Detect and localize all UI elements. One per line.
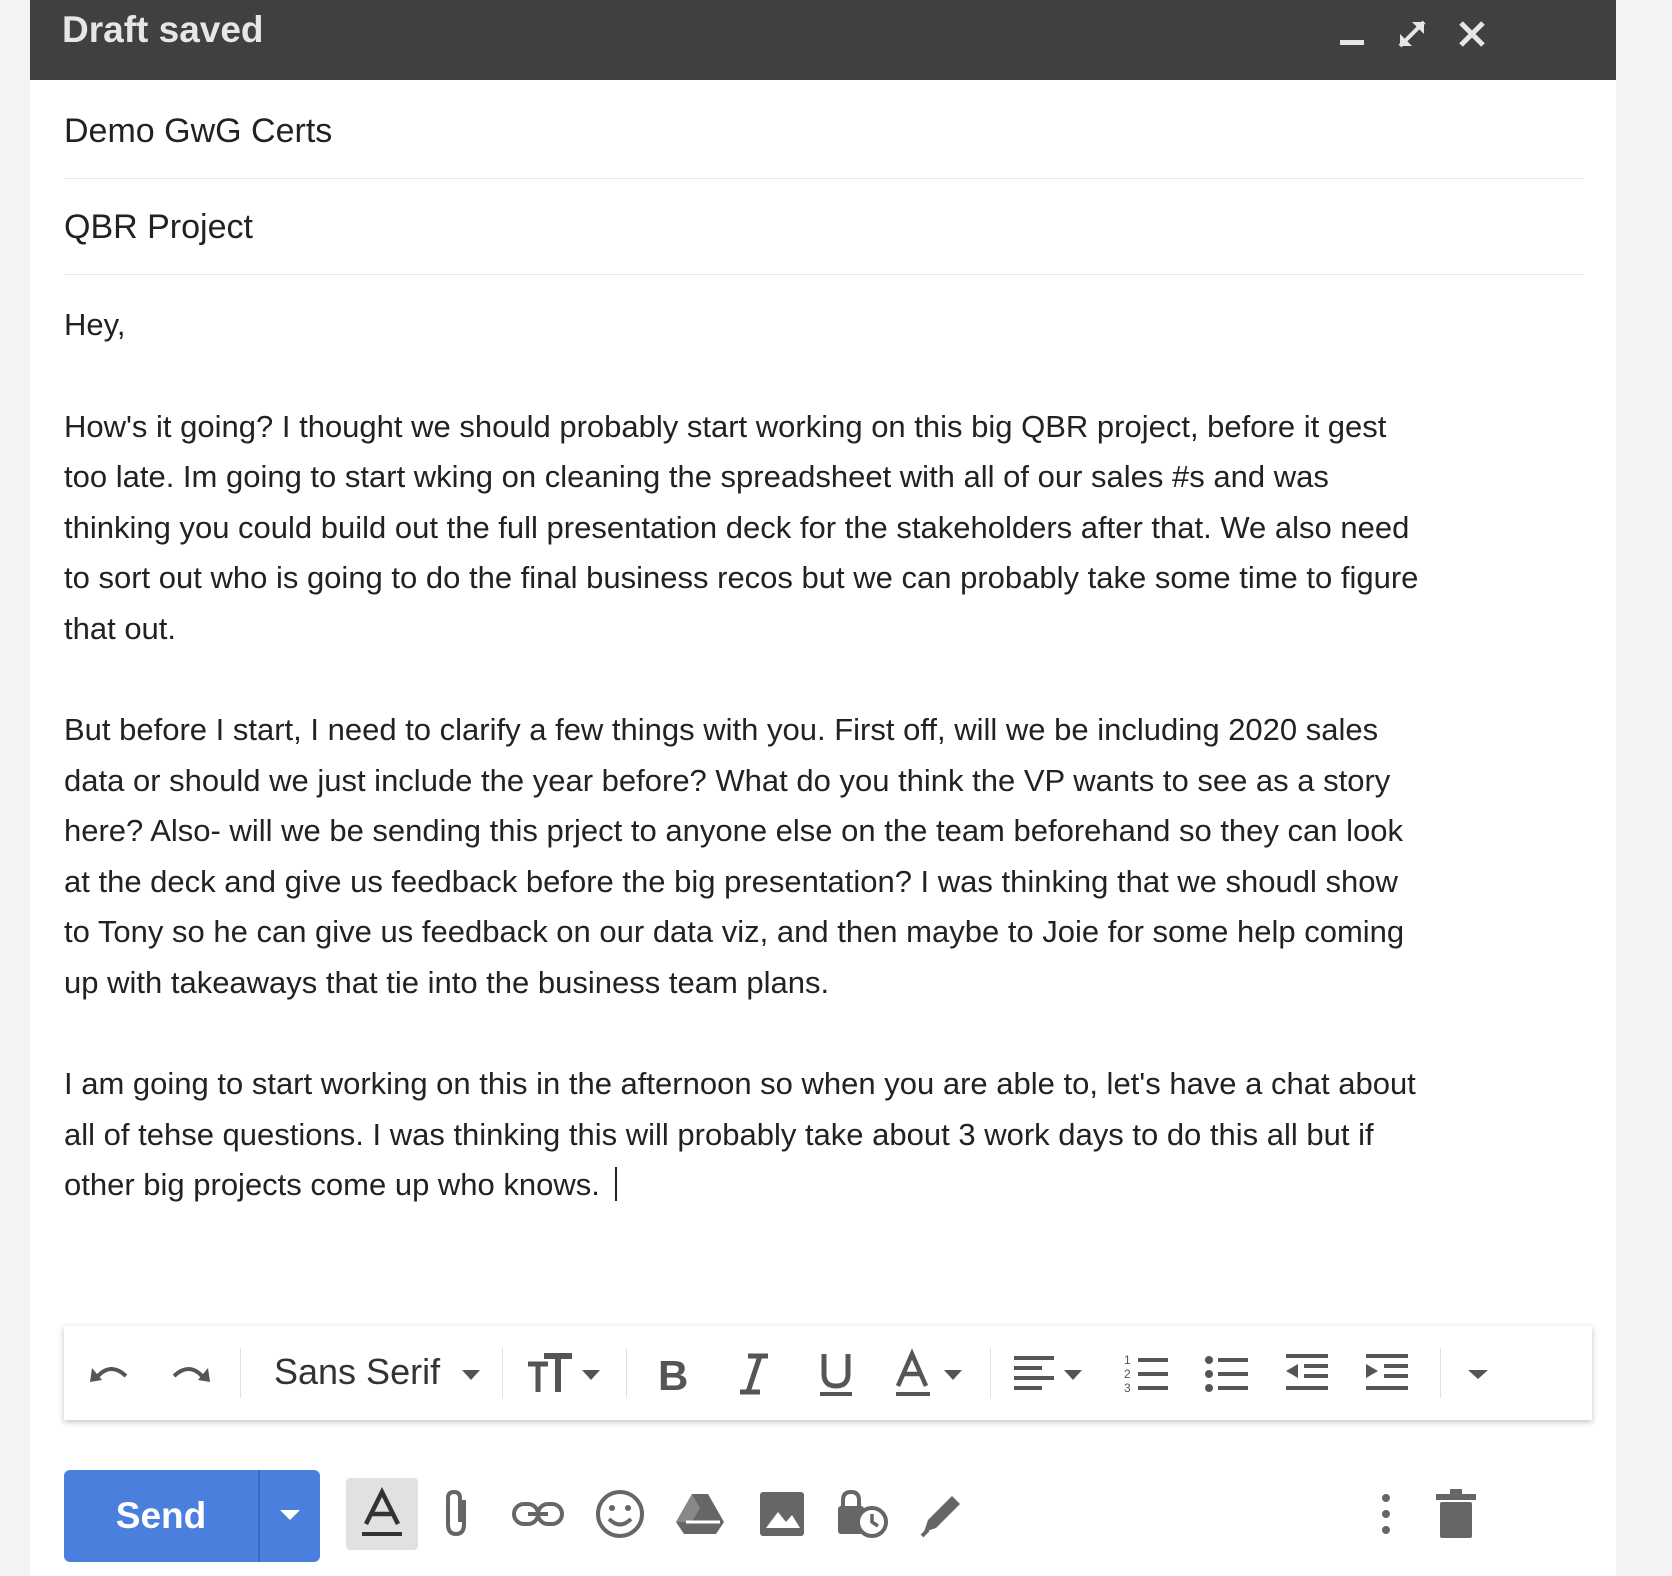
more-options-icon[interactable] <box>1356 1484 1416 1544</box>
more-formatting-icon[interactable] <box>1458 1348 1498 1398</box>
font-size-icon[interactable] <box>524 1348 604 1398</box>
body-line-last: other big projects come up who knows. <box>64 1160 1624 1211</box>
body-line: up with takeaways that tie into the busi… <box>64 964 830 1000</box>
text-cursor <box>614 1167 617 1201</box>
body-line: to sort out who is going to do the final… <box>64 560 1419 595</box>
toolbar-divider <box>502 1348 503 1398</box>
greeting: Hey, <box>64 307 126 342</box>
photo-icon[interactable] <box>752 1484 812 1544</box>
expand-icon[interactable] <box>1392 14 1432 54</box>
draft-status: Draft saved <box>62 9 264 50</box>
body-line: to Tony so he can give us feedback on ou… <box>64 914 1405 949</box>
recipients-value: Demo GwG Certs <box>64 112 333 150</box>
body-line: too late. Im going to start wking on cle… <box>64 459 1329 494</box>
align-icon[interactable] <box>1010 1348 1090 1398</box>
compose-window: Draft saved Demo GwG Certs QBR Project H… <box>30 0 1616 1576</box>
close-icon[interactable] <box>1452 14 1492 54</box>
body-paragraph-3: I am going to start working on this in t… <box>64 1059 1624 1211</box>
svg-text:B: B <box>658 1352 688 1398</box>
text-color-icon[interactable] <box>892 1348 972 1398</box>
send-label: Send <box>115 1495 207 1536</box>
message-body[interactable]: Hey, How's it going? I thought we should… <box>64 300 1624 1262</box>
trash-icon[interactable] <box>1426 1484 1486 1544</box>
minimize-icon[interactable] <box>1332 14 1372 54</box>
body-line-text: other big projects come up who knows. <box>64 1167 609 1202</box>
font-select-chevron-icon[interactable] <box>456 1348 486 1398</box>
send-button[interactable]: Send <box>64 1470 320 1562</box>
bulleted-list-icon[interactable] <box>1202 1348 1252 1398</box>
svg-text:2: 2 <box>1124 1367 1131 1381</box>
drive-icon[interactable] <box>670 1484 730 1544</box>
body-line: But before I start, I need to clarify a … <box>64 712 1379 747</box>
recipients-field[interactable]: Demo GwG Certs <box>64 84 1584 179</box>
subject-value: QBR Project <box>64 208 253 246</box>
indent-less-icon[interactable] <box>1282 1348 1332 1398</box>
toolbar-divider <box>990 1348 991 1398</box>
toolbar-divider <box>1440 1348 1441 1398</box>
send-options-button[interactable] <box>258 1470 322 1562</box>
compose-actions-bar: Send <box>30 1450 1616 1576</box>
formatting-toolbar: Sans Serif B 123 <box>64 1326 1592 1420</box>
formatting-options-icon[interactable] <box>346 1478 418 1550</box>
bold-icon[interactable]: B <box>652 1348 692 1398</box>
toolbar-divider <box>626 1348 627 1398</box>
link-icon[interactable] <box>508 1484 568 1544</box>
body-line: all of tehse questions. I was thinking t… <box>64 1116 1374 1152</box>
toolbar-divider <box>240 1348 241 1398</box>
subject-field[interactable]: QBR Project <box>64 180 1584 275</box>
attach-icon[interactable] <box>428 1484 488 1544</box>
svg-text:3: 3 <box>1124 1381 1131 1395</box>
body-line: that out. <box>64 610 177 646</box>
indent-more-icon[interactable] <box>1362 1348 1412 1398</box>
body-paragraph-2: But before I start, I need to clarify a … <box>64 705 1624 1008</box>
redo-icon[interactable] <box>164 1348 214 1398</box>
svg-text:1: 1 <box>1124 1353 1131 1367</box>
emoji-icon[interactable] <box>590 1484 650 1544</box>
body-line: at the deck and give us feedback before … <box>64 863 1398 899</box>
body-line: thinking you could build out the full pr… <box>64 509 1410 545</box>
body-line: here? Also- will we be sending this prje… <box>64 813 1403 848</box>
font-select[interactable]: Sans Serif <box>274 1350 440 1394</box>
numbered-list-icon[interactable]: 123 <box>1122 1348 1172 1398</box>
undo-icon[interactable] <box>86 1348 136 1398</box>
underline-icon[interactable] <box>814 1348 858 1398</box>
signature-icon[interactable] <box>912 1484 972 1544</box>
confidential-icon[interactable] <box>832 1484 892 1544</box>
body-line: I am going to start working on this in t… <box>64 1066 1416 1101</box>
compose-titlebar[interactable]: Draft saved <box>30 0 1616 80</box>
italic-icon[interactable] <box>734 1348 774 1398</box>
body-line: How's it going? I thought we should prob… <box>64 408 1387 444</box>
body-paragraph-1: How's it going? I thought we should prob… <box>64 402 1624 655</box>
body-line: data or should we just include the year … <box>64 762 1391 798</box>
